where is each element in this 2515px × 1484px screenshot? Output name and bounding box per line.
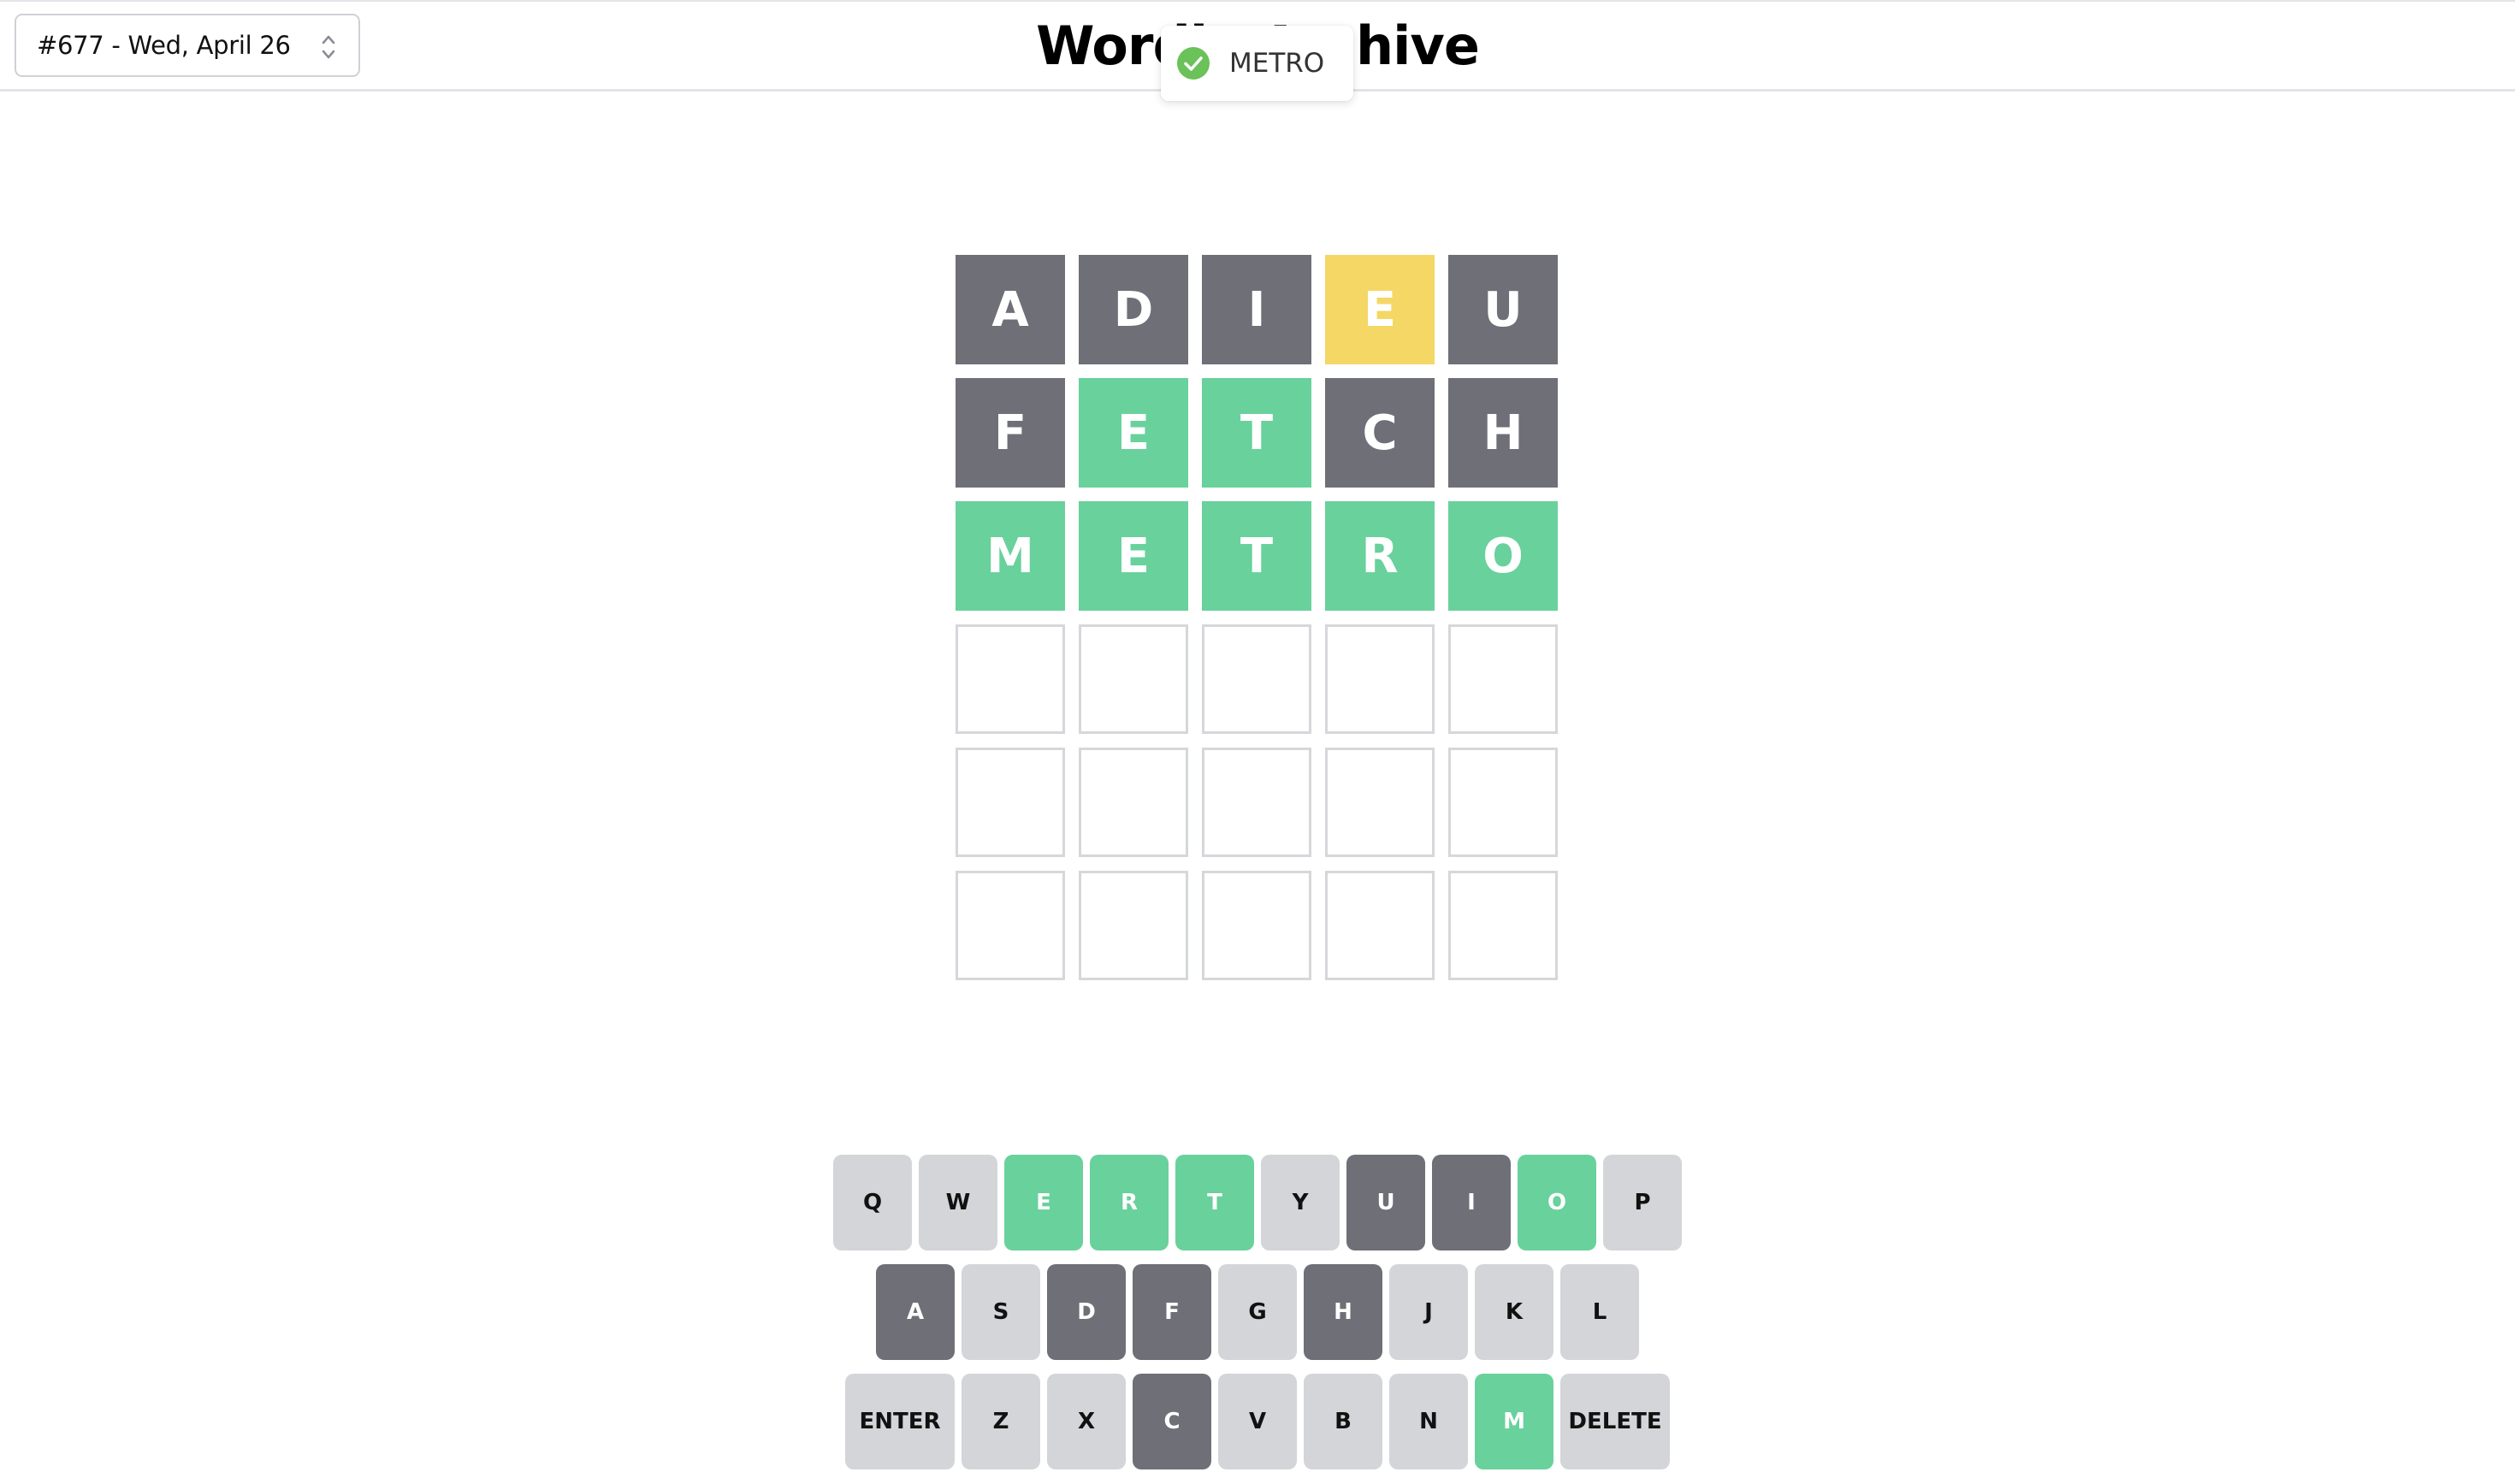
tile: C (1325, 378, 1435, 488)
tile (1325, 748, 1435, 857)
tile (1325, 871, 1435, 980)
tile (956, 871, 1065, 980)
game-board: ADIEUFETCHMETRO (956, 255, 1558, 980)
key-h[interactable]: H (1304, 1264, 1382, 1360)
key-b[interactable]: B (1304, 1374, 1382, 1469)
enter-key[interactable]: ENTER (845, 1374, 955, 1469)
key-x[interactable]: X (1047, 1374, 1126, 1469)
key-o[interactable]: O (1518, 1155, 1596, 1250)
tile: E (1079, 501, 1188, 611)
key-g[interactable]: G (1218, 1264, 1297, 1360)
keyboard-row: QWERTYUIOP (0, 1155, 2515, 1250)
key-r[interactable]: R (1090, 1155, 1169, 1250)
key-t[interactable]: T (1175, 1155, 1254, 1250)
tile (1448, 624, 1558, 734)
tile: T (1202, 501, 1311, 611)
tile (1202, 871, 1311, 980)
tile: T (1202, 378, 1311, 488)
tile: H (1448, 378, 1558, 488)
tile (1079, 871, 1188, 980)
tile: M (956, 501, 1065, 611)
tile (956, 624, 1065, 734)
delete-key[interactable]: DELETE (1560, 1374, 1670, 1469)
key-y[interactable]: Y (1261, 1155, 1340, 1250)
key-e[interactable]: E (1004, 1155, 1083, 1250)
key-i[interactable]: I (1432, 1155, 1511, 1250)
key-f[interactable]: F (1133, 1264, 1211, 1360)
tile: F (956, 378, 1065, 488)
key-k[interactable]: K (1475, 1264, 1553, 1360)
tile (1079, 748, 1188, 857)
tile: E (1079, 378, 1188, 488)
key-u[interactable]: U (1346, 1155, 1425, 1250)
key-w[interactable]: W (919, 1155, 997, 1250)
key-z[interactable]: Z (962, 1374, 1040, 1469)
toast-message: METRO (1229, 48, 1325, 79)
tile: U (1448, 255, 1558, 364)
tile: I (1202, 255, 1311, 364)
tile (1325, 624, 1435, 734)
keyboard: Q W E R T Y U I O P A S D F G H J K L ENTER Z X C V B N M DELETE (0, 1155, 2515, 1483)
key-j[interactable]: J (1389, 1264, 1468, 1360)
toast: METRO (1161, 26, 1353, 101)
key-l[interactable]: L (1560, 1264, 1639, 1360)
tile: A (956, 255, 1065, 364)
tile (1448, 871, 1558, 980)
key-a[interactable]: A (876, 1264, 955, 1360)
tile: O (1448, 501, 1558, 611)
keyboard-row: ENTER Z X C V B N M DELETE (0, 1374, 2515, 1469)
key-c[interactable]: C (1133, 1374, 1211, 1469)
tile (1079, 624, 1188, 734)
tile: D (1079, 255, 1188, 364)
key-d[interactable]: D (1047, 1264, 1126, 1360)
tile (1448, 748, 1558, 857)
key-p[interactable]: P (1603, 1155, 1682, 1250)
key-v[interactable]: V (1218, 1374, 1297, 1469)
key-n[interactable]: N (1389, 1374, 1468, 1469)
check-circle-icon (1177, 47, 1210, 80)
page: #677 - Wed, April 26 Wordle Archive METR… (0, 0, 2515, 1484)
key-q[interactable]: Q (833, 1155, 912, 1250)
tile (1202, 624, 1311, 734)
keyboard-row: ASDFGHJKL (0, 1264, 2515, 1360)
key-m[interactable]: M (1475, 1374, 1553, 1469)
tile (956, 748, 1065, 857)
tile: E (1325, 255, 1435, 364)
tile (1202, 748, 1311, 857)
tile: R (1325, 501, 1435, 611)
key-s[interactable]: S (962, 1264, 1040, 1360)
